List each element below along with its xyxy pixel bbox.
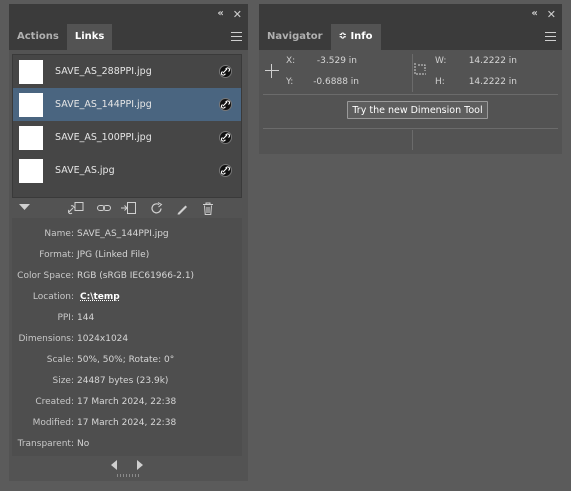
info-row-ppi: PPI: 144 — [12, 308, 242, 329]
x-label: X: — [286, 56, 296, 66]
info-label: Name: — [44, 229, 74, 239]
go-to-link-icon[interactable] — [121, 202, 137, 218]
edit-original-icon[interactable] — [176, 202, 188, 218]
link-filename: SAVE_AS.jpg — [55, 165, 115, 176]
info-value: SAVE_AS_144PPI.jpg — [77, 229, 169, 239]
link-thumbnail — [19, 158, 43, 183]
linked-chain-icon — [219, 65, 232, 78]
info-label: Dimensions: — [18, 334, 74, 344]
divider — [263, 94, 558, 95]
info-row-modified: Modified: 17 March 2024, 22:38 — [12, 413, 242, 434]
info-label: Color Space: — [17, 271, 74, 281]
panel-menu-icon[interactable] — [231, 32, 242, 44]
tab-info[interactable]: ≎ Info — [330, 24, 381, 50]
info-row-scale: Scale: 50%, 50%; Rotate: 0° — [12, 350, 242, 371]
linked-chain-icon — [219, 98, 232, 111]
info-label: Transparent: — [17, 439, 74, 449]
info-label: Modified: — [32, 418, 74, 428]
tab-links[interactable]: Links — [66, 24, 113, 50]
link-row-144ppi[interactable]: SAVE_AS_144PPI.jpg — [13, 88, 241, 121]
info-row-color-space: Color Space: RGB (sRGB IEC61966-2.1) — [12, 266, 242, 287]
links-panel-titlebar: « ✕ — [9, 4, 248, 24]
info-row-dimensions: Dimensions: 1024x1024 — [12, 329, 242, 350]
relink-icon[interactable] — [97, 203, 111, 216]
link-navigation — [9, 457, 248, 473]
info-row-created: Created: 17 March 2024, 22:38 — [12, 392, 242, 413]
links-toolbar — [9, 198, 248, 218]
trash-icon[interactable] — [202, 202, 214, 218]
link-filename: SAVE_AS_288PPI.jpg — [55, 66, 152, 77]
collapse-panel-icon[interactable]: « — [217, 9, 223, 19]
info-value: JPG (Linked File) — [77, 250, 150, 260]
link-info-section: Name: SAVE_AS_144PPI.jpg Format: JPG (Li… — [12, 218, 242, 456]
info-label: PPI: — [57, 313, 74, 323]
info-value: RGB (sRGB IEC61966-2.1) — [77, 271, 195, 281]
divider — [412, 130, 413, 150]
link-filename: SAVE_AS_100PPI.jpg — [55, 132, 152, 143]
link-thumbnail — [19, 125, 43, 150]
info-row-size: Size: 24487 bytes (23.9k) — [12, 371, 242, 392]
close-panel-icon[interactable]: ✕ — [547, 9, 556, 20]
h-value: 14.2222 in — [468, 77, 517, 87]
info-label: Location: — [32, 292, 74, 302]
linked-chain-icon — [219, 164, 232, 177]
info-panel: « ✕ Navigator ≎ Info X: -3.529 in Y: -0.… — [259, 4, 562, 154]
panel-menu-icon[interactable] — [545, 32, 556, 44]
collapse-panel-icon[interactable]: « — [531, 9, 537, 19]
h-label: H: — [435, 77, 445, 87]
links-panel: « ✕ Actions Links SAVE_AS_288PPI.jpg SAV… — [9, 4, 248, 481]
relink-to-cc-icon[interactable] — [67, 202, 84, 218]
link-row-100ppi[interactable]: SAVE_AS_100PPI.jpg — [13, 121, 241, 154]
try-dimension-tool-button[interactable]: Try the new Dimension Tool — [347, 101, 488, 119]
link-row-save-as[interactable]: SAVE_AS.jpg — [13, 154, 241, 187]
info-value: 24487 bytes (23.9k) — [77, 376, 169, 386]
disclosure-triangle-icon[interactable] — [19, 204, 30, 214]
dimension-icon — [413, 62, 429, 81]
info-value: 144 — [77, 313, 95, 323]
tab-actions[interactable]: Actions — [9, 24, 67, 50]
y-label: Y: — [286, 77, 294, 87]
info-value: 17 March 2024, 22:38 — [77, 397, 177, 407]
link-row-288ppi[interactable]: SAVE_AS_288PPI.jpg — [13, 55, 241, 88]
info-row-name: Name: SAVE_AS_144PPI.jpg — [12, 224, 242, 245]
links-tab-bar: Actions Links — [9, 24, 248, 50]
info-label: Size: — [52, 376, 74, 386]
update-link-icon[interactable] — [150, 202, 163, 218]
close-panel-icon[interactable]: ✕ — [233, 9, 242, 20]
y-value: -0.6888 in — [313, 77, 359, 87]
tab-navigator[interactable]: Navigator — [259, 24, 331, 50]
tab-info-label: Info — [350, 31, 373, 42]
divider — [263, 128, 558, 129]
location-link[interactable]: C:\temp — [80, 287, 120, 308]
resize-grip-icon[interactable] — [117, 474, 139, 477]
w-label: W: — [435, 56, 447, 66]
previous-link-icon[interactable] — [111, 460, 117, 470]
info-value: 50%, 50%; Rotate: 0° — [77, 355, 175, 365]
info-label: Format: — [39, 250, 74, 260]
next-link-icon[interactable] — [137, 460, 143, 470]
x-value: -3.529 in — [316, 56, 357, 66]
info-row-location: Location: C:\temp — [12, 287, 242, 308]
info-panel-titlebar: « ✕ — [259, 4, 562, 24]
linked-chain-icon — [219, 131, 232, 144]
link-thumbnail — [19, 92, 43, 117]
info-tab-bar: Navigator ≎ Info — [259, 24, 562, 50]
link-filename: SAVE_AS_144PPI.jpg — [55, 99, 152, 110]
info-value: No — [77, 439, 90, 449]
links-list: SAVE_AS_288PPI.jpg SAVE_AS_144PPI.jpg SA… — [12, 54, 242, 198]
info-value: 1024x1024 — [77, 334, 129, 344]
tab-reorder-icon: ≎ — [338, 31, 347, 42]
info-label: Scale: — [46, 355, 74, 365]
w-value: 14.2222 in — [468, 56, 517, 66]
crosshair-icon — [265, 64, 279, 78]
info-label: Created: — [35, 397, 74, 407]
info-row-transparent: Transparent: No — [12, 434, 242, 455]
link-thumbnail — [19, 59, 43, 84]
info-value: 17 March 2024, 22:38 — [77, 418, 177, 428]
info-row-format: Format: JPG (Linked File) — [12, 245, 242, 266]
